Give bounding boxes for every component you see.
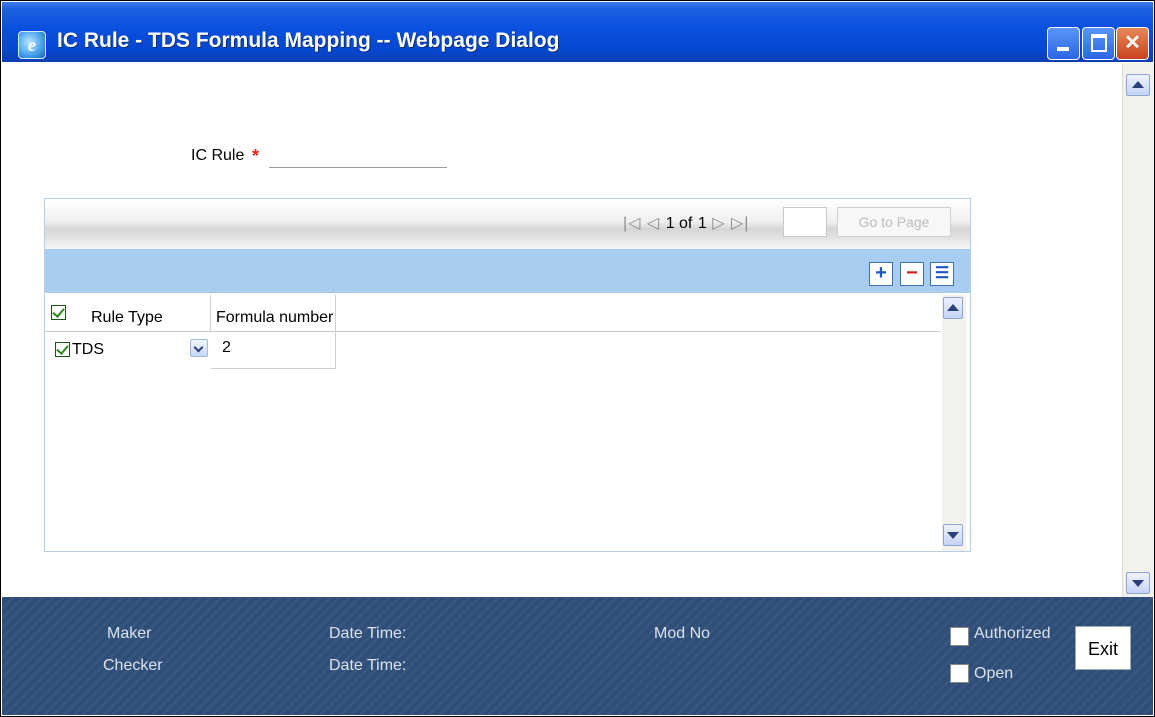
table-header: Rule Type Formula number — [45, 295, 940, 332]
add-row-button[interactable]: + — [869, 262, 893, 286]
maker-label: Maker — [107, 625, 152, 642]
prev-page-icon[interactable]: ◁ — [647, 215, 660, 232]
delete-row-button[interactable]: − — [900, 262, 924, 286]
arrow-up-icon — [947, 304, 959, 311]
page-total: 1 — [697, 215, 707, 232]
minimize-icon — [1057, 47, 1069, 51]
title-bar[interactable]: e IC Rule - TDS Formula Mapping -- Webpa… — [2, 2, 1153, 62]
window-title: IC Rule - TDS Formula Mapping -- Webpage… — [57, 29, 560, 52]
column-header-formula-number: Formula number — [211, 295, 336, 331]
maximize-icon — [1091, 34, 1107, 52]
authorized-label: Authorized — [974, 625, 1051, 642]
required-asterisk: * — [252, 146, 260, 166]
ic-rule-input[interactable] — [269, 146, 447, 168]
go-to-page-button[interactable]: Go to Page — [837, 207, 951, 237]
open-label: Open — [974, 665, 1014, 682]
scroll-down-button[interactable] — [1126, 572, 1150, 594]
maker-date-time-label: Date Time: — [329, 625, 407, 642]
last-page-icon[interactable]: ▷| — [731, 215, 749, 232]
grid-scrollbar[interactable] — [942, 295, 966, 551]
grid-scroll-down-button[interactable] — [943, 524, 963, 546]
formula-grid: |◁ ◁ 1 of 1 ▷ ▷| Go to Page + − ☰ Rule T… — [44, 198, 971, 552]
view-details-button[interactable]: ☰ — [930, 262, 954, 286]
scroll-up-button[interactable] — [1126, 74, 1150, 96]
checker-label: Checker — [103, 657, 163, 674]
first-page-icon[interactable]: |◁ — [623, 215, 641, 232]
window-scrollbar[interactable] — [1122, 63, 1154, 597]
page-current: 1 of — [665, 215, 693, 232]
pagination-nav: |◁ ◁ 1 of 1 ▷ ▷| — [623, 213, 749, 233]
grid-table: Rule Type Formula number TDS 2 — [45, 295, 940, 551]
exit-button[interactable]: Exit — [1075, 626, 1131, 670]
authorized-checkbox[interactable] — [950, 627, 969, 646]
dialog-window: e IC Rule - TDS Formula Mapping -- Webpa… — [0, 0, 1155, 717]
pagination-bar: |◁ ◁ 1 of 1 ▷ ▷| Go to Page — [45, 199, 970, 249]
arrow-up-icon — [1132, 81, 1144, 88]
grid-toolbar: + − ☰ — [45, 249, 970, 293]
checker-date-time-label: Date Time: — [329, 657, 407, 674]
column-header-rule-type: Rule Type — [45, 295, 211, 331]
mod-no-label: Mod No — [654, 625, 711, 642]
chevron-down-icon[interactable] — [190, 339, 208, 357]
arrow-down-icon — [947, 532, 959, 539]
table-row[interactable]: TDS 2 — [45, 333, 940, 369]
page-number-input[interactable] — [783, 207, 827, 237]
next-page-icon[interactable]: ▷ — [712, 215, 725, 232]
close-icon: ✕ — [1124, 32, 1141, 54]
open-checkbox[interactable] — [950, 664, 969, 683]
audit-footer: Maker Checker Date Time: Date Time: Mod … — [2, 597, 1153, 715]
grid-scroll-up-button[interactable] — [943, 297, 963, 319]
minimize-button[interactable] — [1047, 27, 1080, 60]
maximize-button[interactable] — [1082, 27, 1115, 60]
ie-icon: e — [18, 31, 46, 59]
formula-number-cell[interactable]: 2 — [211, 333, 336, 369]
close-button[interactable]: ✕ — [1116, 27, 1149, 60]
row-checkbox[interactable] — [55, 342, 70, 357]
arrow-down-icon — [1132, 580, 1144, 587]
ic-rule-label: IC Rule — [191, 147, 245, 164]
